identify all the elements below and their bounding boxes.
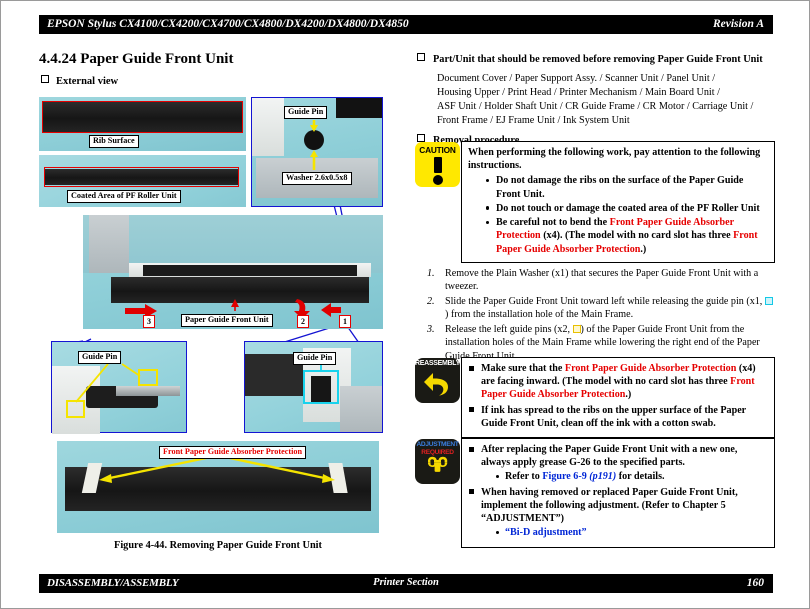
- photo-absorber-protection: Front Paper Guide Absorber Protection: [57, 441, 379, 533]
- yellow-square-marker-icon: [572, 324, 581, 333]
- caution-icon-label: CAUTION: [419, 145, 456, 155]
- adjustment-sub-item: Refer to Figure 6-9 (p191) for details.: [495, 470, 768, 483]
- page-footer-bar: DISASSEMBLY/ASSEMBLY Printer Section 160: [39, 574, 773, 593]
- header-revision-text: Revision A: [712, 18, 764, 30]
- caution-bullet: Do not damage the ribs on the surface of…: [484, 174, 768, 200]
- external-view-label: External view: [56, 76, 119, 87]
- parts-heading: Part/Unit that should be removed before …: [417, 53, 775, 67]
- step-text: Slide the Paper Guide Front Unit toward …: [445, 295, 773, 322]
- figure-reference-link[interactable]: Figure 6-9: [542, 471, 586, 482]
- exclamation-dot-icon: [432, 175, 443, 185]
- step-number: 1.: [427, 268, 435, 279]
- adjustment-item-list: After replacing the Paper Guide Front Un…: [468, 443, 768, 540]
- removal-steps-list: 1. Remove the Plain Washer (x1) that sec…: [421, 267, 773, 364]
- photo-main-paper-guide: 3 2 1 Paper Guide Front Unit: [83, 215, 383, 329]
- guide-pin-top-label: Guide Pin: [284, 106, 328, 119]
- footer-page-number: 160: [746, 577, 764, 589]
- caution-bullet-list: Do not damage the ribs on the surface of…: [484, 174, 768, 255]
- rib-surface-label: Rib Surface: [89, 135, 139, 148]
- reassembly-item: Make sure that the Front Paper Guide Abs…: [468, 362, 768, 402]
- removal-step: 1. Remove the Plain Washer (x1) that sec…: [421, 267, 773, 294]
- washer-label: Washer 2.6x0.5x8: [282, 172, 352, 185]
- external-view-heading: External view: [41, 75, 118, 87]
- adjustment-required-icon: ADJUSTMENT REQUIRED: [415, 439, 460, 484]
- adjustment-item-text: After replacing the Paper Guide Front Un…: [481, 444, 738, 469]
- adjustment-item: After replacing the Paper Guide Front Un…: [468, 443, 768, 484]
- right-column: Part/Unit that should be removed before …: [417, 53, 775, 148]
- parts-heading-label: Part/Unit that should be removed before …: [433, 54, 763, 65]
- reassembly-icon-wrap: REASSEMBLY: [415, 357, 461, 403]
- absorber-protection-red-text: Front Paper Guide Absorber Protection: [564, 363, 737, 374]
- step-text: Remove the Plain Washer (x1) that secure…: [445, 268, 759, 293]
- footer-center-text: Printer Section: [373, 577, 439, 588]
- curved-arrow-icon: [424, 373, 448, 396]
- caution-body: When performing the following work, pay …: [461, 141, 775, 263]
- bid-adjustment-link[interactable]: “Bi-D adjustment”: [505, 527, 587, 538]
- adjustment-item: When having removed or replaced Paper Gu…: [468, 486, 768, 540]
- parts-line: Housing Upper / Print Head / Printer Mec…: [437, 86, 720, 98]
- header-model-text: EPSON Stylus CX4100/CX4200/CX4700/CX4800…: [47, 18, 409, 30]
- parts-list: Document Cover / Paper Support Assy. / S…: [437, 72, 775, 128]
- parts-line: Front Frame / EJ Frame Unit / Ink System…: [437, 115, 630, 127]
- reassembly-item: If ink has spread to the ribs on the upp…: [468, 404, 768, 430]
- main-photo-arrows: [125, 299, 341, 319]
- caution-note: CAUTION When performing the following wo…: [415, 141, 775, 263]
- photo-rib-surface: Rib Surface: [39, 97, 246, 151]
- adjustment-body: After replacing the Paper Guide Front Un…: [461, 438, 775, 548]
- page-reference-link[interactable]: (p191): [589, 471, 616, 482]
- paper-guide-front-unit-label: Paper Guide Front Unit: [181, 314, 273, 327]
- adjustment-icon-wrap: ADJUSTMENT REQUIRED: [415, 438, 461, 484]
- page-header-bar: EPSON Stylus CX4100/CX4200/CX4700/CX4800…: [39, 15, 773, 34]
- caution-bullet-text: Do not damage the ribs on the surface of…: [496, 175, 744, 200]
- exclamation-bar-icon: [433, 157, 442, 173]
- step-marker-2: 2: [297, 315, 309, 328]
- manual-page: EPSON Stylus CX4100/CX4200/CX4700/CX4800…: [0, 0, 810, 609]
- guide-pin-right-label: Guide Pin: [293, 352, 337, 365]
- wrench-icon: [428, 456, 448, 472]
- coated-area-highlight-box: [44, 167, 239, 187]
- reassembly-icon: REASSEMBLY: [415, 358, 460, 403]
- reassembly-item-text: If ink has spread to the ribs on the upp…: [481, 404, 746, 429]
- parts-line: Document Cover / Paper Support Assy. / S…: [437, 72, 716, 84]
- step-marker-1: 1: [339, 315, 351, 328]
- caution-bullet: Do not touch or damage the coated area o…: [484, 202, 768, 215]
- photo-guide-pin-left-detail: Guide Pin: [51, 341, 187, 434]
- caution-intro: When performing the following work, pay …: [468, 147, 761, 172]
- rib-surface-highlight-box: [42, 101, 243, 133]
- square-bullet-icon: [41, 75, 49, 83]
- parts-line: ASF Unit / Holder Shaft Unit / CR Guide …: [437, 101, 754, 113]
- figure-4-44: Rib Surface Coated Area of PF Roller Uni…: [39, 93, 397, 563]
- adjustment-item-text: When having removed or replaced Paper Gu…: [481, 486, 738, 525]
- page-title: 4.4.24 Paper Guide Front Unit: [39, 51, 234, 67]
- absorber-protection-label: Front Paper Guide Absorber Protection: [159, 446, 307, 459]
- removal-step: 2. Slide the Paper Guide Front Unit towa…: [421, 295, 773, 322]
- figure-caption: Figure 4-44. Removing Paper Guide Front …: [114, 540, 322, 551]
- caution-icon: CAUTION: [415, 142, 460, 187]
- coated-area-label: Coated Area of PF Roller Unit: [67, 190, 181, 203]
- guide-pin-left-label: Guide Pin: [78, 351, 122, 364]
- step-marker-3: 3: [143, 315, 155, 328]
- adjustment-note: ADJUSTMENT REQUIRED After replacing the …: [415, 438, 775, 548]
- photo-coated-area: Coated Area of PF Roller Unit: [39, 155, 246, 207]
- adjustment-sub-item: “Bi-D adjustment”: [495, 526, 768, 539]
- reassembly-item-list: Make sure that the Front Paper Guide Abs…: [468, 362, 768, 430]
- caution-icon-wrap: CAUTION: [415, 141, 461, 187]
- adjustment-sub-list: Refer to Figure 6-9 (p191) for details.: [495, 470, 768, 483]
- reassembly-note: REASSEMBLY Make sure that the Front Pape…: [415, 357, 775, 439]
- photo-guide-pin-right-detail: Guide Pin: [244, 341, 383, 433]
- cyan-square-marker-icon: [764, 296, 773, 305]
- caution-bullet-text: Do not touch or damage the coated area o…: [496, 202, 760, 214]
- adjustment-sub-list: “Bi-D adjustment”: [495, 526, 768, 539]
- square-bullet-icon: [417, 53, 425, 61]
- caution-bullet: Be careful not to bend the Front Paper G…: [484, 216, 768, 256]
- step-number: 2.: [427, 295, 435, 307]
- reassembly-body: Make sure that the Front Paper Guide Abs…: [461, 357, 775, 439]
- photo-guide-pin-washer: Guide Pin Washer 2.6x0.5x8: [251, 97, 383, 207]
